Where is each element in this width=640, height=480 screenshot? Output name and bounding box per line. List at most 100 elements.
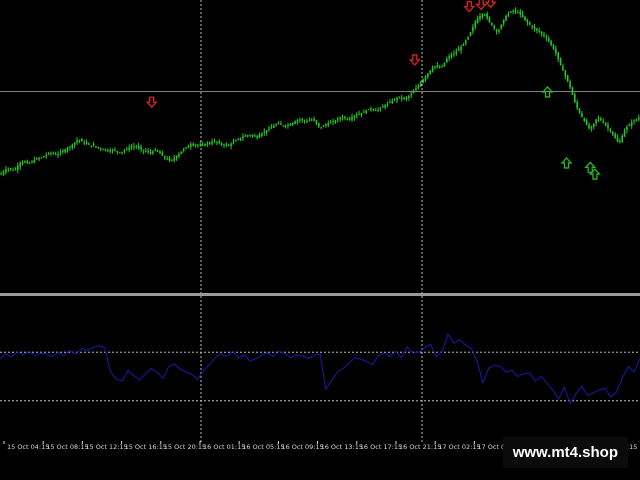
candle-body xyxy=(152,151,154,154)
candle-body xyxy=(370,108,372,110)
candle-body xyxy=(90,145,93,147)
pane-separator[interactable] xyxy=(0,293,640,296)
candle-body xyxy=(268,128,270,130)
candle-body xyxy=(531,25,533,28)
candle-body xyxy=(448,56,450,59)
candle-body xyxy=(450,54,453,57)
time-tick-label: 16 Oct 21:15 xyxy=(399,443,441,451)
candle-body xyxy=(517,12,519,14)
candle-body xyxy=(204,144,206,146)
candle-body xyxy=(54,154,57,156)
candle-body xyxy=(225,144,228,146)
candle-body xyxy=(521,13,524,18)
candle-body xyxy=(398,96,401,98)
candle-body xyxy=(180,151,183,155)
candle-body xyxy=(464,40,467,44)
candle-body xyxy=(135,146,138,148)
candle-body xyxy=(602,121,605,123)
candle-body xyxy=(491,22,493,26)
candle-body xyxy=(351,117,353,120)
candle-body xyxy=(600,118,602,121)
candle-body xyxy=(24,161,26,163)
candle-body xyxy=(310,119,313,121)
candle-body xyxy=(332,121,334,123)
candle-body xyxy=(35,158,38,160)
candle-body xyxy=(118,152,121,154)
candle-body xyxy=(190,144,192,147)
candle-body xyxy=(123,150,126,152)
candle-body xyxy=(415,88,417,91)
candle-body xyxy=(242,136,244,139)
candle-body xyxy=(628,124,631,126)
candle-body xyxy=(427,73,429,77)
candle-body xyxy=(249,135,251,137)
candle-body xyxy=(493,25,496,29)
candle-body xyxy=(405,98,408,100)
candle-body xyxy=(512,10,514,12)
candle-body xyxy=(206,143,209,145)
candle-body xyxy=(604,122,607,126)
candle-body xyxy=(168,158,171,161)
candle-body xyxy=(431,67,434,72)
candle-body xyxy=(5,169,7,173)
candle-body xyxy=(576,102,578,109)
candle-body xyxy=(147,150,149,153)
candle-body xyxy=(133,146,135,148)
candle-body xyxy=(194,144,197,146)
candle-body xyxy=(114,149,116,151)
candle-body xyxy=(126,148,128,150)
candle-body xyxy=(161,152,164,156)
candle-body xyxy=(417,85,420,89)
candle-body xyxy=(0,173,2,175)
candle-body xyxy=(446,58,448,63)
candle-body xyxy=(533,26,536,29)
candle-body xyxy=(282,125,285,127)
candle-body xyxy=(26,161,29,164)
candle-body xyxy=(346,118,349,120)
candle-body xyxy=(223,144,225,146)
candle-body xyxy=(149,152,152,154)
candle-body xyxy=(315,120,318,124)
candle-body xyxy=(31,161,33,163)
candle-body xyxy=(574,94,576,103)
candle-body xyxy=(552,45,555,49)
time-tick-label: 15 Oct 20:15 xyxy=(164,443,206,451)
candle-body xyxy=(201,144,204,146)
time-tick-label: 16 Oct 17:15 xyxy=(360,443,402,451)
candle-body xyxy=(547,38,550,42)
candle-body xyxy=(19,162,21,167)
candle-body xyxy=(429,70,432,75)
candle-body xyxy=(9,168,12,170)
candle-body xyxy=(76,140,78,143)
candle-body xyxy=(635,119,638,121)
candle-body xyxy=(403,97,405,99)
candle-body xyxy=(524,16,526,21)
candle-body xyxy=(502,19,505,24)
candle-body xyxy=(12,169,14,171)
candle-body xyxy=(377,109,379,111)
candle-body xyxy=(374,109,377,111)
candle-body xyxy=(536,28,538,31)
candle-body xyxy=(630,122,633,126)
candle-body xyxy=(566,75,569,82)
candle-body xyxy=(62,151,64,153)
candle-body xyxy=(33,159,36,163)
candle-body xyxy=(301,119,304,121)
candle-body xyxy=(80,138,83,142)
candle-body xyxy=(142,149,145,151)
candle-body xyxy=(232,142,235,144)
candle-body xyxy=(495,29,498,32)
candle-body xyxy=(144,150,147,152)
time-tick-label: 16 Oct 13:15 xyxy=(321,443,363,451)
candle-body xyxy=(47,153,50,155)
candle-body xyxy=(626,126,628,131)
candle-body xyxy=(97,147,100,149)
candle-body xyxy=(102,149,104,151)
candle-body xyxy=(237,139,240,141)
candle-body xyxy=(256,136,258,138)
candle-body xyxy=(611,131,614,135)
candle-body xyxy=(348,118,351,120)
candle-body xyxy=(263,131,266,133)
candle-body xyxy=(166,158,168,160)
candle-body xyxy=(187,145,190,149)
